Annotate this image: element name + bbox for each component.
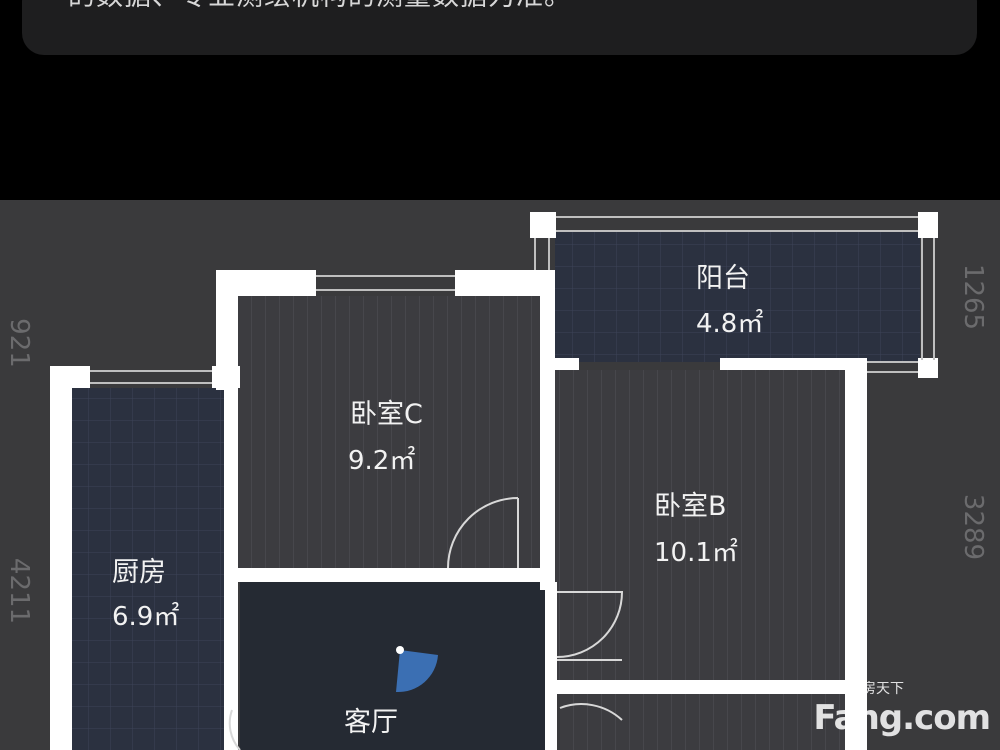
watermark-tagline: 房天下 — [862, 681, 904, 697]
dimension-left-top: 921 — [3, 318, 34, 368]
bedroom-b-floor — [555, 370, 845, 680]
bedroom-b-area: 10.1㎡ — [654, 538, 738, 568]
living-room-name: 客厅 — [344, 707, 398, 738]
floor-plan-drawing — [50, 212, 938, 750]
kitchen-area: 6.9㎡ — [112, 602, 180, 632]
balcony-name: 阳台 — [696, 263, 750, 294]
notice-text: 的数据、专业测绘机构的测量数据为准。 — [68, 0, 572, 14]
dimension-right-middle: 3289 — [958, 493, 989, 561]
balcony-floor — [555, 232, 920, 362]
dimension-right-top: 1265 — [958, 263, 989, 331]
bedroom-c-name: 卧室C — [350, 399, 423, 430]
balcony-area: 4.8㎡ — [696, 309, 764, 339]
floor-plan[interactable]: 阳台 4.8㎡ 卧室C 9.2㎡ 卧室B 10.1㎡ 厨房 6.9㎡ 客厅 92… — [0, 200, 1000, 750]
bedroom-c-area: 9.2㎡ — [348, 446, 416, 476]
notice-card: 的数据、专业测绘机构的测量数据为准。 — [22, 0, 977, 55]
bedroom-c-floor — [237, 296, 542, 568]
bedroom-b-name: 卧室B — [654, 491, 727, 522]
dimension-left-bottom: 4211 — [4, 557, 35, 625]
kitchen-name: 厨房 — [112, 557, 166, 588]
watermark-logo: Fang.com — [813, 698, 991, 738]
